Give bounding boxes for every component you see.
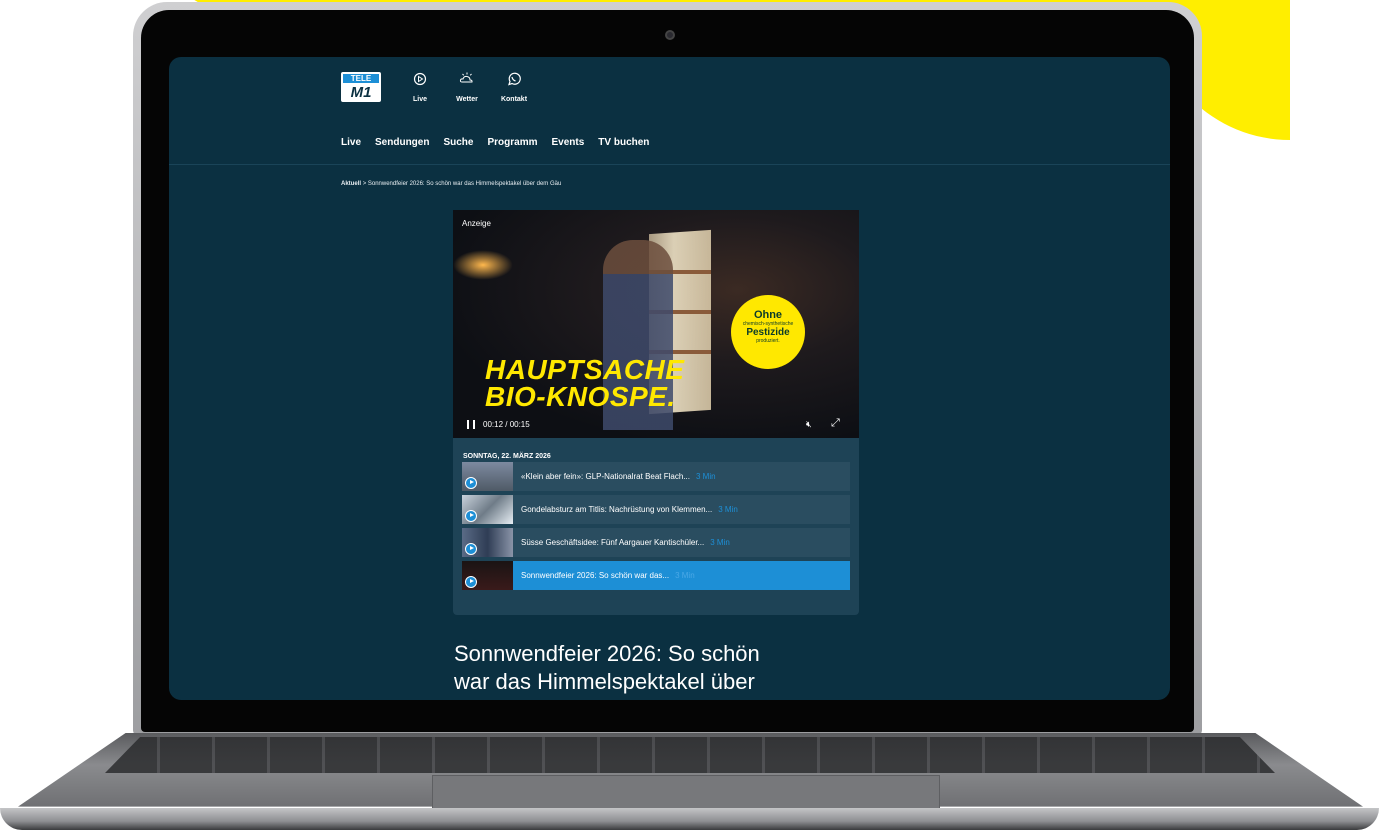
header-live-label: Live <box>412 96 427 103</box>
playlist-item-duration: 3 Min <box>695 472 716 481</box>
whatsapp-icon <box>508 72 521 86</box>
play-icon <box>465 576 477 588</box>
playlist-item-active[interactable]: Sonnwendfeier 2026: So schön war das... … <box>462 561 850 590</box>
article-title: Sonnwendfeier 2026: So schön war das Him… <box>454 640 854 696</box>
organic-badge: Ohne chemisch-synthetische Pestizide pro… <box>731 295 805 369</box>
laptop-base <box>0 808 1379 830</box>
laptop-trackpad <box>432 775 940 811</box>
telem1-logo[interactable]: TELE M1 <box>341 72 381 102</box>
play-icon <box>465 510 477 522</box>
breadcrumb: Aktuell > Sonnwendfeier 2026: So schön w… <box>341 181 561 187</box>
playlist-item-duration: 3 Min <box>718 505 738 514</box>
header-contact-label: Kontakt <box>500 96 528 103</box>
laptop-keyboard <box>105 737 1275 773</box>
play-circle-icon <box>413 72 427 86</box>
playlist-item-title: Süsse Geschäftsidee: Fünf Aargauer Kanti… <box>521 538 705 547</box>
breadcrumb-current: Sonnwendfeier 2026: So schön war das Him… <box>367 181 562 187</box>
video-controls: 00:12 / 00:15 <box>467 420 530 429</box>
playlist-item[interactable]: Süsse Geschäftsidee: Fünf Aargauer Kanti… <box>462 528 850 557</box>
playlist-item-title: «Klein aber fein»: GLP-Nationalrat Beat … <box>521 472 690 481</box>
badge-text-1: Ohne <box>753 309 783 321</box>
article-title-line2: war das Himmelspektakel über <box>454 669 755 694</box>
playlist-item[interactable]: «Klein aber fein»: GLP-Nationalrat Beat … <box>462 462 850 491</box>
nav-events[interactable]: Events <box>552 137 585 148</box>
playlist-date: SONNTAG, 22. MÄRZ 2026 <box>463 453 551 460</box>
main-navigation: Live Sendungen Suche Programm Events TV … <box>341 137 649 148</box>
breadcrumb-separator: > <box>362 181 367 187</box>
playlist-item[interactable]: Gondelabsturz am Titlis: Nachrüstung von… <box>462 495 850 524</box>
video-playlist: SONNTAG, 22. MÄRZ 2026 «Klein aber fein»… <box>453 438 859 615</box>
playlist-item-duration: 3 Min <box>675 571 695 580</box>
playlist-item-title: Gondelabsturz am Titlis: Nachrüstung von… <box>521 505 713 514</box>
camera-icon <box>665 30 675 40</box>
ad-headline: HAUPTSACHE BIO-KNOSPE. <box>485 356 684 412</box>
ad-headline-line2: BIO-KNOSPE. <box>485 381 676 412</box>
logo-text-top: TELE <box>343 74 379 84</box>
playlist-thumbnail <box>462 528 513 557</box>
nav-tv-buchen[interactable]: TV buchen <box>598 137 649 148</box>
play-icon <box>465 477 477 489</box>
weather-icon <box>459 72 473 83</box>
pause-icon[interactable] <box>467 420 475 429</box>
breadcrumb-root[interactable]: Aktuell <box>341 181 361 187</box>
logo-text-bottom: M1 <box>343 84 379 101</box>
nav-suche[interactable]: Suche <box>443 137 473 148</box>
playlist-thumbnail <box>462 462 513 491</box>
playlist-item-title: Sonnwendfeier 2026: So schön war das... <box>521 571 670 580</box>
nav-divider <box>169 164 1170 165</box>
badge-text-3: Pestizide <box>746 327 790 338</box>
nav-programm[interactable]: Programm <box>487 137 537 148</box>
header-weather-label: Wetter <box>456 96 478 103</box>
playlist-thumbnail <box>462 561 513 590</box>
nav-sendungen[interactable]: Sendungen <box>375 137 429 148</box>
mute-icon[interactable]: 🔇︎ <box>806 420 812 430</box>
article-title-line1: Sonnwendfeier 2026: So schön <box>454 641 760 666</box>
lamp-glow <box>453 250 513 280</box>
ad-label: Anzeige <box>462 219 491 228</box>
header-live-link[interactable]: Live <box>398 72 442 106</box>
nav-live[interactable]: Live <box>341 137 361 148</box>
fullscreen-icon[interactable]: ⤢ <box>831 416 840 430</box>
play-icon <box>465 543 477 555</box>
video-timecode: 00:12 / 00:15 <box>483 420 530 429</box>
video-player[interactable]: Anzeige HAUPTSACHE BIO-KNOSPE. Ohne chem… <box>453 210 859 438</box>
playlist-thumbnail <box>462 495 513 524</box>
browser-screen: TELE M1 Live Wetter Kontakt Live Sendung… <box>169 57 1170 700</box>
header-weather-link[interactable]: Wetter <box>445 72 489 106</box>
header-contact-link[interactable]: Kontakt <box>492 72 536 106</box>
playlist-item-duration: 3 Min <box>710 538 730 547</box>
badge-text-4: produziert. <box>756 338 780 344</box>
